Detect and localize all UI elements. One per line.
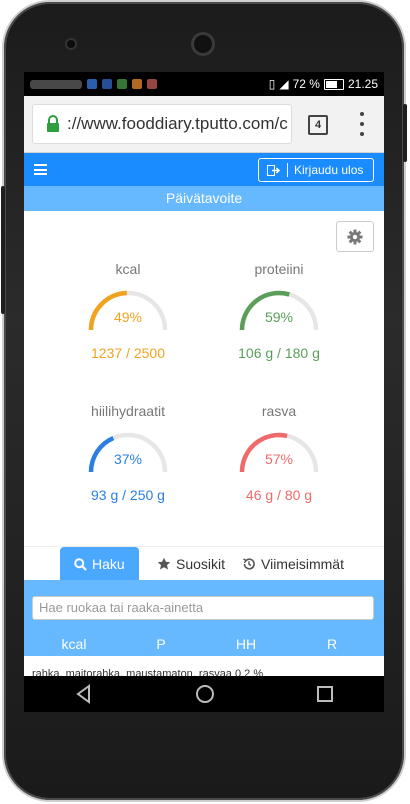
gauge-label: hiilihydraatit	[91, 403, 165, 419]
gauge-kcal: kcal 49% 1237 / 2500	[68, 261, 188, 361]
column-header-kcal: kcal	[61, 636, 87, 652]
logout-label: Kirjaudu ulos	[294, 163, 364, 177]
url-text: ://www.fooddiary.tputto.com/c	[67, 114, 288, 133]
app-navbar: Kirjaudu ulos	[24, 153, 384, 186]
tab-search[interactable]: Haku	[60, 547, 139, 581]
signal-icon: ◢	[279, 77, 289, 91]
carrier-name	[30, 79, 82, 89]
front-camera	[194, 35, 212, 53]
battery-percent: 72 %	[292, 77, 320, 91]
clock: 21.25	[347, 77, 378, 91]
search-icon	[74, 557, 87, 571]
gauge-percent: 37%	[113, 451, 143, 467]
tab-label: Suosikit	[176, 556, 226, 572]
browser-menu-button[interactable]	[352, 112, 372, 136]
tab-switcher-button[interactable]: 4	[308, 115, 328, 135]
volume-button	[1, 186, 5, 314]
notification-icon	[117, 79, 127, 89]
gauge-arc: 59%	[238, 289, 320, 331]
gauge-label: kcal	[115, 261, 141, 277]
gauge-percent: 59%	[264, 309, 294, 325]
gear-icon	[347, 229, 363, 244]
status-bar: ▯ ◢ 72 % 21.25	[24, 72, 384, 96]
gauge-label: proteiini	[254, 261, 304, 277]
home-icon[interactable]	[195, 684, 215, 704]
gauge-value: 1237 / 2500	[91, 345, 165, 361]
gauge-value: 46 g / 80 g	[245, 487, 313, 503]
notification-icon	[132, 79, 142, 89]
address-bar[interactable]: ://www.fooddiary.tputto.com/c	[32, 104, 292, 144]
gauge-carbs: hiilihydraatit 37% 93 g / 250 g	[68, 403, 188, 503]
battery-icon	[323, 78, 344, 90]
vibrate-icon: ▯	[268, 77, 276, 91]
front-speaker	[67, 40, 75, 48]
power-button	[403, 104, 407, 162]
logout-icon	[267, 164, 281, 176]
column-header-carbs: HH	[235, 636, 257, 652]
tab-label: Haku	[92, 556, 125, 572]
star-icon	[157, 557, 171, 570]
gauge-label: rasva	[261, 403, 297, 419]
hamburger-icon[interactable]	[34, 164, 47, 175]
column-header-fat: R	[326, 636, 338, 652]
gauge-value: 93 g / 250 g	[91, 487, 165, 503]
gauge-arc: 49%	[87, 289, 169, 331]
notification-icon	[87, 79, 97, 89]
back-icon[interactable]	[74, 684, 94, 704]
lock-icon	[47, 115, 59, 132]
tab-recent[interactable]: Viimeisimmät	[242, 547, 344, 581]
gauge-fat: rasva 57% 46 g / 80 g	[219, 403, 339, 503]
gauge-percent: 49%	[113, 309, 143, 325]
tab-label: Viimeisimmät	[261, 556, 344, 572]
notification-icon	[102, 79, 112, 89]
gauge-percent: 57%	[264, 451, 294, 467]
gauge-arc: 57%	[238, 431, 320, 473]
page-title: Päivätavoite	[24, 186, 384, 211]
system-navigation-bar	[24, 676, 384, 712]
logout-button[interactable]: Kirjaudu ulos	[258, 158, 374, 182]
gauge-arc: 37%	[87, 431, 169, 473]
settings-button[interactable]	[336, 221, 374, 252]
recent-apps-icon[interactable]	[316, 685, 334, 703]
notification-icon	[147, 79, 157, 89]
search-input[interactable]: Hae ruokaa tai raaka-ainetta	[32, 596, 374, 620]
history-icon	[243, 558, 255, 570]
food-tabs: Haku Suosikit Viimeisimmät	[24, 546, 384, 582]
tab-favorites[interactable]: Suosikit	[157, 547, 225, 581]
gauge-value: 106 g / 180 g	[238, 345, 320, 361]
gauge-protein: proteiini 59% 106 g / 180 g	[219, 261, 339, 361]
screen: ▯ ◢ 72 % 21.25 ://www.fooddiary.tputto.c…	[24, 72, 384, 712]
column-header-protein: P	[156, 636, 166, 652]
divider	[287, 163, 288, 177]
browser-toolbar: ://www.fooddiary.tputto.com/c 4	[24, 96, 384, 153]
search-panel: Hae ruokaa tai raaka-ainetta kcal P HH R	[24, 580, 384, 656]
